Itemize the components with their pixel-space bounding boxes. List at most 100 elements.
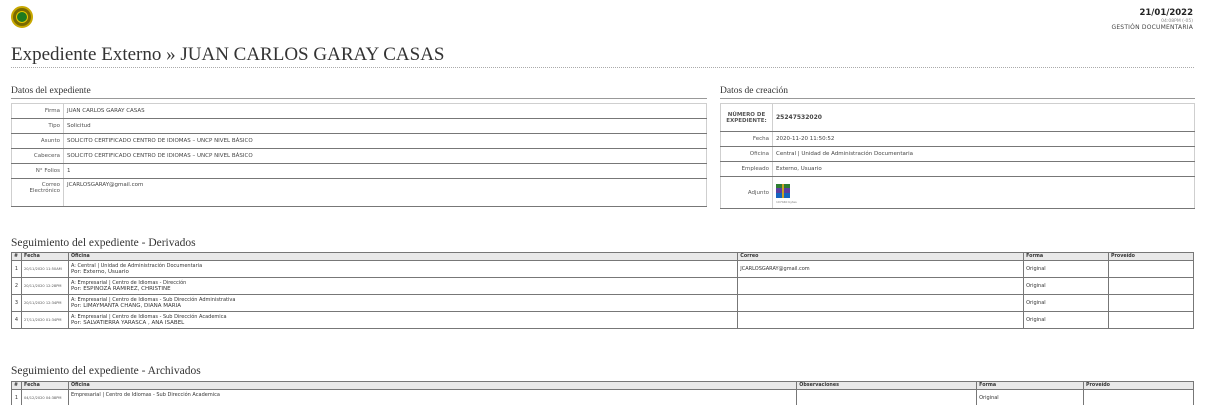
row-proveido bbox=[1108, 294, 1194, 312]
expediente-table: Firma JUAN CARLOS GARAY CASAS Tipo Solic… bbox=[11, 103, 707, 207]
oficina-por: Por: LIMAYMANTA CHANG, DIANA MARIA bbox=[70, 303, 181, 310]
col-fecha: Fecha bbox=[20, 381, 69, 390]
row-cabecera: Cabecera SOLICITO CERTIFICADO CENTRO DE … bbox=[11, 148, 707, 164]
current-date: 21/01/2022 bbox=[1139, 8, 1193, 18]
row-empleado: Empleado Externo, Usuario bbox=[720, 161, 1195, 177]
col-fecha: Fecha bbox=[20, 252, 69, 261]
col-num: # bbox=[11, 252, 22, 261]
winrar-archive-icon[interactable] bbox=[776, 183, 790, 198]
row-proveido bbox=[1108, 260, 1194, 278]
numero-label: NÚMERO DE EXPEDIENTE: bbox=[720, 103, 773, 132]
row-correo bbox=[737, 294, 1025, 312]
col-forma: Forma bbox=[976, 381, 1085, 390]
row-correo: JCARLOSGARAY@gmail.com bbox=[737, 260, 1025, 278]
correo-value: JCARLOSGARAY@gmail.com bbox=[63, 178, 707, 207]
row-tipo: Tipo Solicitud bbox=[11, 118, 707, 134]
col-forma: Forma bbox=[1023, 252, 1110, 261]
area-name: GESTIÓN DOCUMENTARIA bbox=[1111, 24, 1193, 31]
cabecera-value: SOLICITO CERTIFICADO CENTRO DE IDIOMAS –… bbox=[63, 148, 707, 164]
archivados-header-row: # Fecha Oficina Observaciones Forma Prov… bbox=[11, 381, 1194, 390]
col-proveido: Proveído bbox=[1083, 381, 1194, 390]
row-correo bbox=[737, 311, 1025, 329]
fecha-value: 2020-11-20 11:50:52 bbox=[772, 131, 1195, 147]
empleado-value: Externo, Usuario bbox=[772, 161, 1195, 177]
adjunto-label: Adjunto bbox=[720, 176, 773, 209]
row-fecha: 20/11/2020 12:34PM bbox=[20, 294, 69, 312]
expediente-rule bbox=[11, 98, 707, 99]
archivados-table: # Fecha Oficina Observaciones Forma Prov… bbox=[11, 381, 1194, 405]
oficina-archivo: Empresarial | Centro de Idiomas - Sub Di… bbox=[70, 391, 220, 398]
col-correo: Correo bbox=[737, 252, 1025, 261]
table-row: 2 20/11/2020 12:28PM A: Empresarial | Ce… bbox=[11, 277, 1194, 295]
row-fecha: 27/11/2020 01:34PM bbox=[20, 311, 69, 329]
row-fecha: 20/11/2020 12:28PM bbox=[20, 277, 69, 295]
oficina-value: Central | Unidad de Administración Docum… bbox=[772, 146, 1195, 162]
table-row: 4 27/11/2020 01:34PM A: Empresarial | Ce… bbox=[11, 311, 1194, 329]
oficina-por: Por: ESPINOZA RAMIREZ, CHRISTINE bbox=[70, 286, 171, 293]
adjunto-size: 107440 bytes bbox=[776, 199, 797, 204]
row-forma: Original bbox=[976, 389, 1085, 405]
tipo-label: Tipo bbox=[11, 118, 64, 134]
adjunto-cell: 107440 bytes bbox=[772, 176, 1195, 209]
expediente-heading: Datos del expediente bbox=[11, 86, 91, 96]
fecha-label: Fecha bbox=[720, 131, 773, 147]
row-forma: Original bbox=[1023, 277, 1110, 295]
derivados-heading: Seguimiento del expediente - Derivados bbox=[11, 237, 196, 249]
oficina-label: Oficina bbox=[720, 146, 773, 162]
row-adjunto: Adjunto 107440 bytes bbox=[720, 176, 1195, 209]
oficina-por: Por: SALVATIERRA YARASCA , ANA ISABEL bbox=[70, 320, 185, 327]
page-title: Expediente Externo » JUAN CARLOS GARAY C… bbox=[11, 44, 445, 65]
table-row: 3 20/11/2020 12:34PM A: Empresarial | Ce… bbox=[11, 294, 1194, 312]
header-info: 21/01/2022 04:08PM (-05) GESTIÓN DOCUMEN… bbox=[1111, 8, 1193, 31]
col-proveido: Proveído bbox=[1108, 252, 1194, 261]
table-row: 1 04/12/2020 04:38PM Empresarial | Centr… bbox=[11, 389, 1194, 405]
row-asunto: Asunto SOLICITO CERTIFICADO CENTRO DE ID… bbox=[11, 133, 707, 149]
row-oficina: A: Empresarial | Centro de Idiomas - Sub… bbox=[67, 311, 739, 329]
archivados-heading: Seguimiento del expediente - Archivados bbox=[11, 365, 201, 377]
row-number: 2 bbox=[11, 277, 22, 295]
numero-value: 25247532020 bbox=[772, 103, 1195, 132]
row-proveido bbox=[1108, 311, 1194, 329]
row-oficina: A: Empresarial | Centro de Idiomas - Dir… bbox=[67, 277, 739, 295]
row-fecha: 04/12/2020 04:38PM bbox=[20, 389, 69, 405]
cabecera-label: Cabecera bbox=[11, 148, 64, 164]
creacion-rule bbox=[720, 98, 1195, 99]
institution-logo bbox=[11, 6, 33, 28]
row-fecha: 20/11/2020 11:50AM bbox=[20, 260, 69, 278]
firma-value: JUAN CARLOS GARAY CASAS bbox=[63, 103, 707, 119]
correo-label: Correo Electrónico bbox=[11, 178, 64, 207]
row-oficina: Empresarial | Centro de Idiomas - Sub Di… bbox=[67, 389, 798, 405]
empleado-label: Empleado bbox=[720, 161, 773, 177]
row-oficina: Oficina Central | Unidad de Administraci… bbox=[720, 146, 1195, 162]
oficina-por: Por: Externo, Usuario bbox=[70, 269, 129, 276]
creacion-heading: Datos de creación bbox=[720, 86, 789, 96]
asunto-label: Asunto bbox=[11, 133, 64, 149]
row-oficina: A: Central | Unidad de Administración Do… bbox=[67, 260, 739, 278]
logo-emblem bbox=[16, 11, 28, 23]
tipo-value: Solicitud bbox=[63, 118, 707, 134]
row-fecha: Fecha 2020-11-20 11:50:52 bbox=[720, 131, 1195, 147]
row-number: 4 bbox=[11, 311, 22, 329]
row-forma: Original bbox=[1023, 260, 1110, 278]
row-oficina: A: Empresarial | Centro de Idiomas - Sub… bbox=[67, 294, 739, 312]
row-firma: Firma JUAN CARLOS GARAY CASAS bbox=[11, 103, 707, 119]
title-divider bbox=[11, 67, 1194, 68]
row-proveido bbox=[1108, 277, 1194, 295]
col-oficina: Oficina bbox=[67, 252, 739, 261]
table-row: 1 20/11/2020 11:50AM A: Central | Unidad… bbox=[11, 260, 1194, 278]
row-number: 1 bbox=[11, 389, 22, 405]
derivados-header-row: # Fecha Oficina Correo Forma Proveído bbox=[11, 252, 1194, 261]
row-number: 1 bbox=[11, 260, 22, 278]
row-proveido bbox=[1083, 389, 1194, 405]
asunto-value: SOLICITO CERTIFICADO CENTRO DE IDIOMAS –… bbox=[63, 133, 707, 149]
row-forma: Original bbox=[1023, 294, 1110, 312]
col-num: # bbox=[11, 381, 22, 390]
col-oficina: Oficina bbox=[67, 381, 798, 390]
row-correo bbox=[737, 277, 1025, 295]
folios-label: N° Folios bbox=[11, 163, 64, 179]
row-number: 3 bbox=[11, 294, 22, 312]
derivados-table: # Fecha Oficina Correo Forma Proveído 1 … bbox=[11, 252, 1194, 329]
creacion-table: NÚMERO DE EXPEDIENTE: 25247532020 Fecha … bbox=[720, 103, 1195, 209]
row-forma: Original bbox=[1023, 311, 1110, 329]
row-numero: NÚMERO DE EXPEDIENTE: 25247532020 bbox=[720, 103, 1195, 132]
